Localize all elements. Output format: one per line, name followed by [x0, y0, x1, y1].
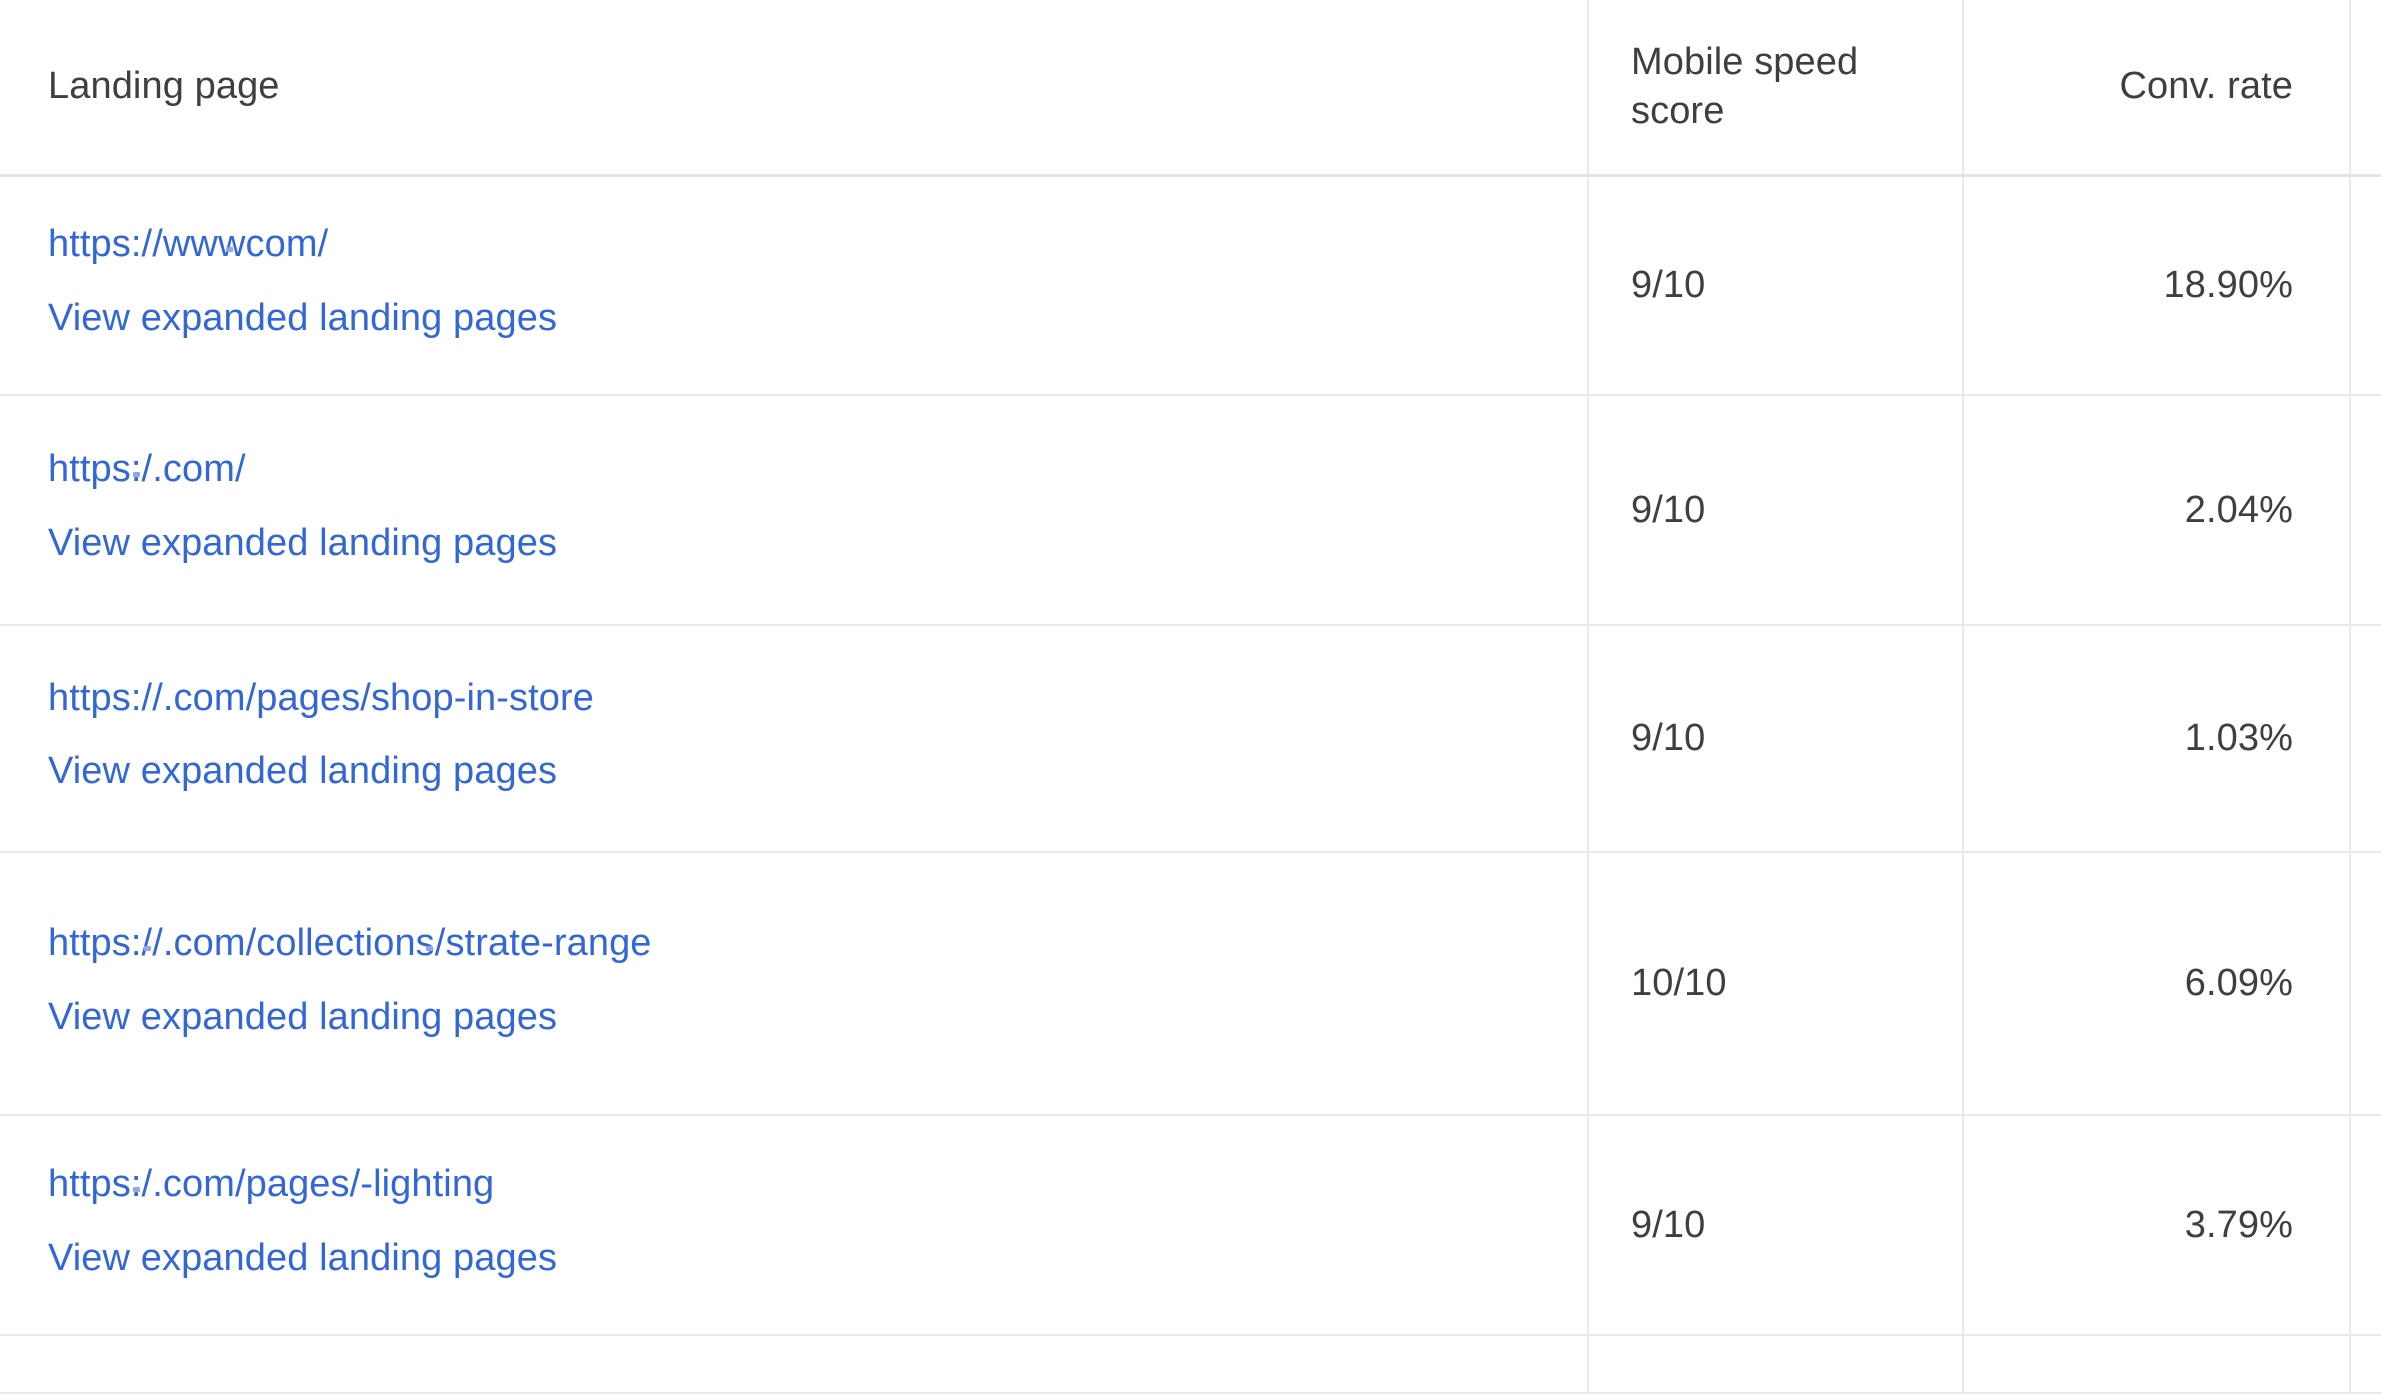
landing-page-url[interactable]: https:/ .com/pages/ -lighting — [48, 1158, 1547, 1212]
cell-spacer — [2350, 1335, 2381, 1394]
url-prefix: https:// — [48, 921, 163, 964]
cell-spacer — [2350, 395, 2381, 626]
cell-spacer — [2350, 175, 2381, 396]
column-header-mobile-speed-score[interactable]: Mobile speed score — [1588, 0, 1964, 177]
url-prefix: https://www — [48, 223, 246, 266]
url-tail: -lighting — [360, 1163, 495, 1205]
column-header-conv-rate-label: Conv. rate — [2119, 65, 2293, 108]
cell-landing-page: https:/ .com/pages/ -lighting View expan… — [0, 1115, 1589, 1336]
column-header-conv-rate[interactable]: Conv. rate — [1963, 0, 2351, 177]
landing-pages-table: Landing page Mobile speed score Conv. ra… — [0, 0, 2381, 1394]
cell-mobile-speed-score: 10/10 — [1588, 852, 1964, 1116]
column-header-landing-page-label: Landing page — [48, 65, 280, 108]
view-expanded-landing-pages-link[interactable]: View expanded landing pages — [48, 1232, 557, 1286]
table-header-row: Landing page Mobile speed score Conv. ra… — [0, 0, 2381, 177]
column-header-mobile-speed-score-label-line2: score — [1631, 89, 1725, 132]
landing-page-url[interactable]: https:// .com/pages/shop-in-store — [48, 672, 1547, 726]
cell-conv-rate: 6.09% — [1963, 852, 2351, 1116]
landing-page-url[interactable]: https:// .com/collections/ strate-range — [48, 916, 1547, 971]
column-header-spacer — [2350, 0, 2381, 177]
view-expanded-landing-pages-link[interactable]: View expanded landing pages — [48, 292, 557, 346]
url-prefix: https:// — [48, 676, 163, 719]
table-row: https://www com/ View expanded landing p… — [0, 175, 2381, 396]
table-row-partial — [0, 1335, 2381, 1394]
cell-mobile-speed-score: 9/10 — [1588, 1115, 1964, 1336]
cell-conv-rate: 1.03% — [1963, 625, 2351, 853]
landing-page-url[interactable]: https:/ .com/ — [48, 443, 1547, 497]
cell-mobile-speed-score: 9/10 — [1588, 625, 1964, 853]
cell-mobile-speed-score: 9/10 — [1588, 175, 1964, 396]
table-body: https://www com/ View expanded landing p… — [0, 175, 2381, 1394]
url-suffix: .com/pages/ — [152, 1163, 361, 1205]
table-row: https:// .com/pages/shop-in-store View e… — [0, 625, 2381, 853]
cell-conv-rate: 2.04% — [1963, 395, 2351, 626]
table-row: https:// .com/collections/ strate-range … — [0, 852, 2381, 1116]
cell-landing-page: https:// .com/pages/shop-in-store View e… — [0, 625, 1589, 853]
url-suffix: .com/collections/ — [162, 921, 446, 964]
cell-conv-rate: 18.90% — [1963, 175, 2351, 396]
cell-spacer — [2350, 852, 2381, 1116]
cell-landing-page: https:/ .com/ View expanded landing page… — [0, 395, 1589, 626]
url-suffix: .com/ — [152, 448, 246, 490]
cell-mobile-speed-score: 9/10 — [1588, 395, 1964, 626]
cell-spacer — [2350, 625, 2381, 853]
cell-landing-page: https://www com/ View expanded landing p… — [0, 175, 1589, 396]
cell-mobile-speed-score — [1588, 1335, 1964, 1394]
cell-landing-page: https:// .com/collections/ strate-range … — [0, 852, 1589, 1116]
landing-page-url[interactable]: https://www com/ — [48, 218, 1547, 272]
column-header-landing-page[interactable]: Landing page — [0, 0, 1589, 177]
view-expanded-landing-pages-link[interactable]: View expanded landing pages — [48, 745, 557, 799]
url-suffix: com/ — [245, 223, 329, 266]
cell-conv-rate: 3.79% — [1963, 1115, 2351, 1336]
url-tail: strate-range — [445, 921, 652, 964]
table-header: Landing page Mobile speed score Conv. ra… — [0, 0, 2381, 177]
cell-spacer — [2350, 1115, 2381, 1336]
table-row: https:/ .com/pages/ -lighting View expan… — [0, 1115, 2381, 1336]
view-expanded-landing-pages-link[interactable]: View expanded landing pages — [48, 517, 557, 571]
url-prefix: https:/ — [48, 448, 153, 490]
view-expanded-landing-pages-link[interactable]: View expanded landing pages — [48, 991, 557, 1045]
cell-landing-page — [0, 1335, 1589, 1394]
cell-conv-rate — [1963, 1335, 2351, 1394]
url-prefix: https:/ — [48, 1163, 153, 1205]
url-suffix: .com/pages/shop-in-store — [162, 676, 595, 719]
table-row: https:/ .com/ View expanded landing page… — [0, 395, 2381, 626]
column-header-mobile-speed-score-label-line1: Mobile speed — [1631, 41, 1859, 84]
